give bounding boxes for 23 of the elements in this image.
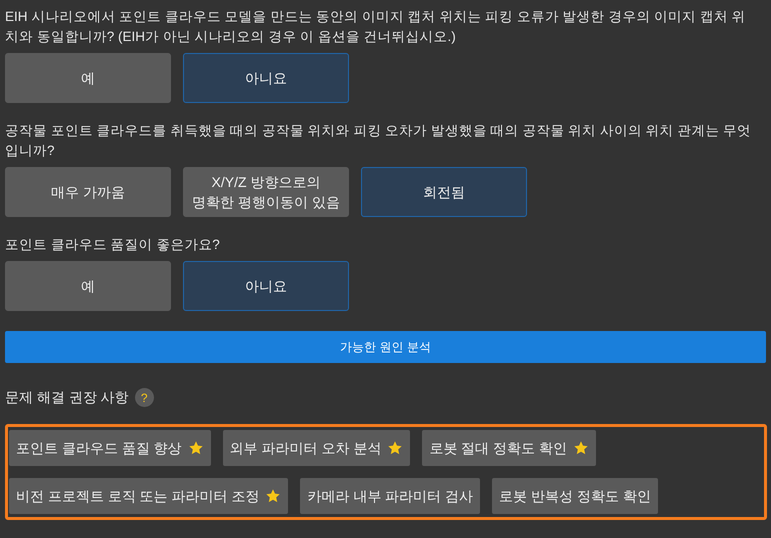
section-title: 문제 해결 권장 사항 (5, 388, 129, 407)
recommendation-tag[interactable]: 비전 프로젝트 로직 또는 파라미터 조정 (9, 478, 288, 514)
option-button[interactable]: 아니요 (183, 53, 349, 103)
star-icon (387, 440, 404, 456)
star-icon (188, 440, 204, 456)
option-button[interactable]: 매우 가까움 (5, 167, 171, 217)
analyze-button[interactable]: 가능한 원인 분석 (5, 331, 766, 363)
recommendation-tag[interactable]: 외부 파라미터 오차 분석 (222, 430, 410, 466)
help-icon[interactable]: ? (134, 388, 154, 407)
star-icon (573, 440, 590, 456)
question-text: 공작물 포인트 클라우드를 취득했을 때의 공작물 위치와 피킹 오차가 발생했을 때의 공작물 위치 사이의 위치 관계는 무엇입니까? (5, 122, 752, 160)
recommendation-tag[interactable]: 포인트 클라우드 품질 향상 (9, 430, 211, 466)
star-icon (265, 488, 282, 504)
recommendation-tag[interactable]: 카메라 내부 파라미터 검사 (300, 478, 480, 514)
question-text: EIH 시나리오에서 포인트 클라우드 모델을 만드는 동안의 이미지 캡처 위치는 피킹 오류가 발생한 경우의 이미지 캡처 위치와 동일합니까? (EIH가 아닌 시나리오의 경우 이 옵션을 건너뛰십시오.) (5, 8, 747, 46)
option-button[interactable]: 아니요 (183, 261, 349, 311)
question-text: 포인트 클라우드 품질이 좋은가요? (5, 236, 221, 254)
recommendation-tag[interactable]: 로봇 절대 정확도 확인 (422, 430, 596, 466)
option-button[interactable]: X/Y/Z 방향으로의 명확한 평행이동이 있음 (183, 167, 349, 217)
option-button[interactable]: 예 (5, 261, 171, 311)
option-button[interactable]: 예 (5, 53, 171, 103)
recommendation-tag[interactable]: 로봇 반복성 정확도 확인 (492, 478, 658, 514)
option-button[interactable]: 회전됨 (361, 167, 527, 217)
